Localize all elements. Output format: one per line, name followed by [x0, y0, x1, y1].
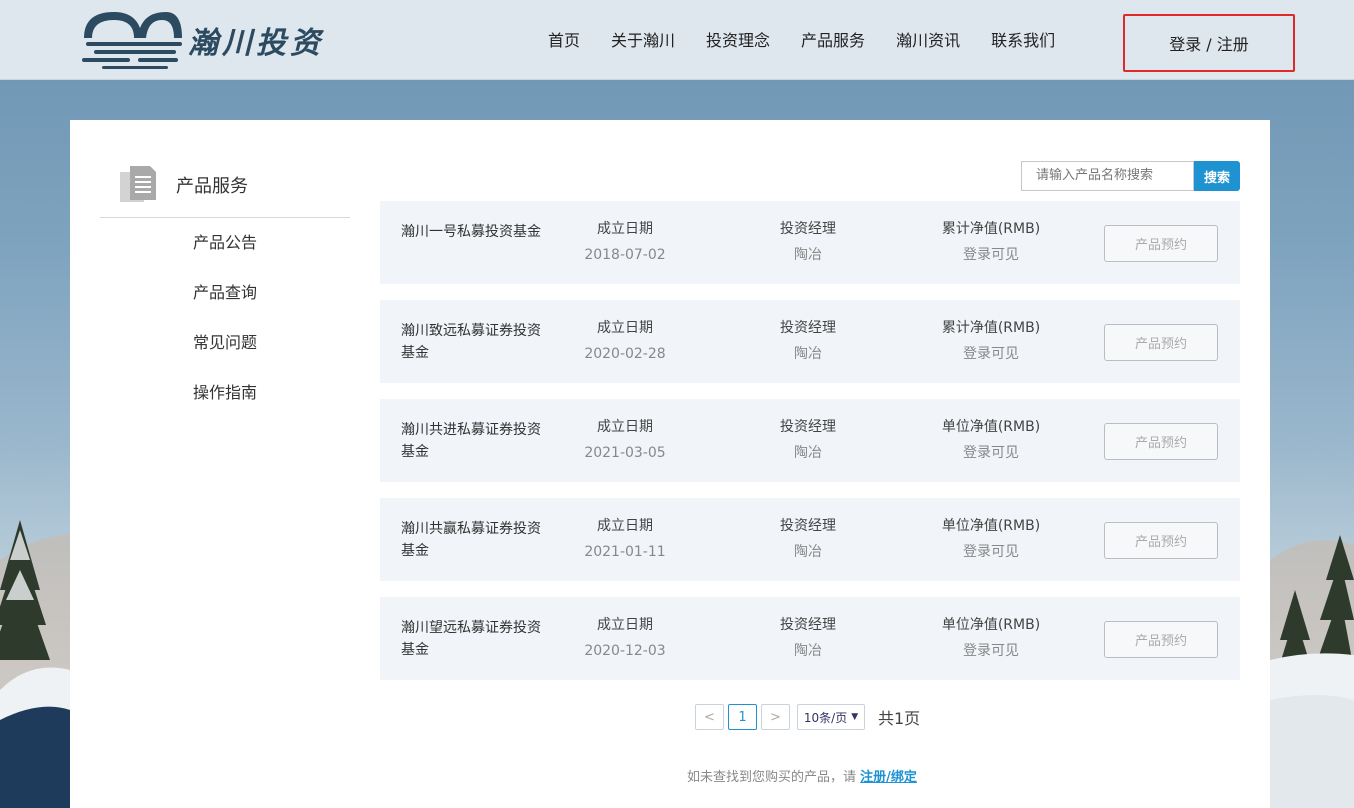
- founding-date-col: 成立日期 2020-02-28: [545, 320, 705, 362]
- nav-news[interactable]: 瀚川资讯: [896, 30, 960, 52]
- page-size-select[interactable]: 10条/页 ▼: [797, 704, 865, 730]
- nav-col: 单位净值(RMB) 登录可见: [911, 419, 1071, 461]
- founding-date-value: 2021-01-11: [584, 544, 666, 560]
- next-page-button[interactable]: >: [761, 704, 790, 730]
- register-bind-link[interactable]: 注册/绑定: [860, 770, 917, 785]
- net-value-value: 登录可见: [963, 643, 1019, 659]
- sidebar-item-announcements[interactable]: 产品公告: [100, 230, 350, 280]
- net-value-label: 单位净值(RMB): [941, 518, 1041, 534]
- product-name[interactable]: 瀚川一号私募投资基金: [401, 221, 541, 243]
- founding-date-value: 2020-12-03: [584, 643, 666, 659]
- manager-col: 投资经理 陶冶: [728, 320, 888, 362]
- product-row: 瀚川望远私募证券投资基金 成立日期 2020-12-03 投资经理 陶冶 单位净…: [380, 597, 1240, 680]
- nav-about[interactable]: 关于瀚川: [611, 30, 675, 52]
- net-value-value: 登录可见: [963, 445, 1019, 461]
- product-name[interactable]: 瀚川望远私募证券投资基金: [401, 617, 541, 661]
- manager-col: 投资经理 陶冶: [728, 518, 888, 560]
- reserve-button[interactable]: 产品预约: [1104, 522, 1218, 559]
- manager-value: 陶冶: [794, 643, 822, 659]
- product-row: 瀚川共进私募证券投资基金 成立日期 2021-03-05 投资经理 陶冶 单位净…: [380, 399, 1240, 482]
- founding-date-col: 成立日期 2021-03-05: [545, 419, 705, 461]
- total-pages: 共1页: [878, 709, 921, 728]
- search-button[interactable]: 搜索: [1194, 161, 1240, 191]
- sidebar-item-guide[interactable]: 操作指南: [100, 380, 350, 430]
- manager-value: 陶冶: [794, 445, 822, 461]
- product-name[interactable]: 瀚川共赢私募证券投资基金: [401, 518, 541, 562]
- reserve-button[interactable]: 产品预约: [1104, 423, 1218, 460]
- product-name[interactable]: 瀚川共进私募证券投资基金: [401, 419, 541, 463]
- nav-col: 单位净值(RMB) 登录可见: [911, 518, 1071, 560]
- footer-note-text: 如未查找到您购买的产品，请: [687, 770, 857, 785]
- nav-home[interactable]: 首页: [548, 30, 580, 52]
- founding-date-value: 2021-03-05: [584, 445, 666, 461]
- logo-emblem-icon: [82, 12, 182, 69]
- prev-page-button[interactable]: <: [695, 704, 724, 730]
- manager-label: 投资经理: [780, 221, 836, 237]
- nav-philosophy[interactable]: 投资理念: [706, 30, 770, 52]
- manager-label: 投资经理: [780, 320, 836, 336]
- search-input[interactable]: 请输入产品名称搜索: [1021, 161, 1194, 191]
- net-value-value: 登录可见: [963, 247, 1019, 263]
- sidebar-menu: 产品公告 产品查询 常见问题 操作指南: [100, 230, 350, 430]
- product-row: 瀚川共赢私募证券投资基金 成立日期 2021-01-11 投资经理 陶冶 单位净…: [380, 498, 1240, 581]
- net-value-value: 登录可见: [963, 346, 1019, 362]
- founding-date-label: 成立日期: [597, 221, 653, 237]
- net-value-label: 单位净值(RMB): [941, 617, 1041, 633]
- manager-value: 陶冶: [794, 346, 822, 362]
- sidebar-item-faq[interactable]: 常见问题: [100, 330, 350, 380]
- nav-col: 单位净值(RMB) 登录可见: [911, 617, 1071, 659]
- manager-value: 陶冶: [794, 247, 822, 263]
- product-row: 瀚川一号私募投资基金 成立日期 2018-07-02 投资经理 陶冶 累计净值(…: [380, 201, 1240, 284]
- manager-label: 投资经理: [780, 518, 836, 534]
- manager-label: 投资经理: [780, 617, 836, 633]
- founding-date-value: 2018-07-02: [584, 247, 666, 263]
- document-icon: [120, 166, 156, 202]
- brand-name: 瀚川投资: [188, 26, 324, 61]
- main-card: 产品服务 产品公告 产品查询 常见问题 操作指南 请输入产品名称搜索 搜索 瀚川…: [70, 120, 1270, 808]
- nav-col: 累计净值(RMB) 登录可见: [911, 221, 1071, 263]
- page-size-value: 10条/页: [803, 710, 848, 725]
- nav-contact[interactable]: 联系我们: [991, 30, 1055, 52]
- pagination: < 1 > 10条/页 ▼ 共1页: [695, 704, 920, 730]
- net-value-value: 登录可见: [963, 544, 1019, 560]
- founding-date-label: 成立日期: [597, 419, 653, 435]
- net-value-label: 累计净值(RMB): [941, 221, 1041, 237]
- reserve-button[interactable]: 产品预约: [1104, 621, 1218, 658]
- product-name[interactable]: 瀚川致远私募证券投资基金: [401, 320, 541, 364]
- sidebar-item-product-query[interactable]: 产品查询: [100, 280, 350, 330]
- net-value-label: 单位净值(RMB): [941, 419, 1041, 435]
- sidebar-header: 产品服务: [100, 160, 350, 218]
- founding-date-label: 成立日期: [597, 617, 653, 633]
- sidebar-title: 产品服务: [176, 176, 248, 197]
- manager-label: 投资经理: [780, 419, 836, 435]
- nav-col: 累计净值(RMB) 登录可见: [911, 320, 1071, 362]
- manager-value: 陶冶: [794, 544, 822, 560]
- reserve-button[interactable]: 产品预约: [1104, 324, 1218, 361]
- founding-date-col: 成立日期 2018-07-02: [545, 221, 705, 263]
- footer-note: 如未查找到您购买的产品，请 注册/绑定: [687, 766, 917, 785]
- founding-date-col: 成立日期 2021-01-11: [545, 518, 705, 560]
- nav-products[interactable]: 产品服务: [801, 30, 865, 52]
- manager-col: 投资经理 陶冶: [728, 419, 888, 461]
- founding-date-label: 成立日期: [597, 320, 653, 336]
- founding-date-label: 成立日期: [597, 518, 653, 534]
- net-value-label: 累计净值(RMB): [941, 320, 1041, 336]
- product-row: 瀚川致远私募证券投资基金 成立日期 2020-02-28 投资经理 陶冶 累计净…: [380, 300, 1240, 383]
- founding-date-col: 成立日期 2020-12-03: [545, 617, 705, 659]
- caret-down-icon: ▼: [851, 712, 859, 722]
- manager-col: 投资经理 陶冶: [728, 221, 888, 263]
- site-header: 瀚川投资 首页 关于瀚川 投资理念 产品服务 瀚川资讯 联系我们 登录 / 注册: [0, 0, 1354, 80]
- manager-col: 投资经理 陶冶: [728, 617, 888, 659]
- login-register-button[interactable]: 登录 / 注册: [1123, 14, 1295, 72]
- reserve-button[interactable]: 产品预约: [1104, 225, 1218, 262]
- page-number-button[interactable]: 1: [728, 704, 757, 730]
- founding-date-value: 2020-02-28: [584, 346, 666, 362]
- main-nav: 首页 关于瀚川 投资理念 产品服务 瀚川资讯 联系我们: [548, 30, 1086, 52]
